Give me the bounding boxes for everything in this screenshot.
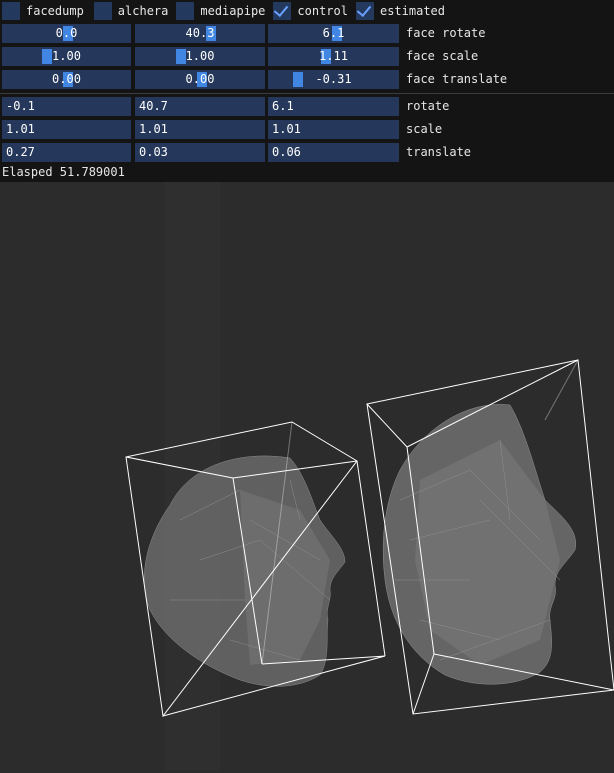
checkmark-icon[interactable]	[273, 2, 292, 20]
face-scale-y-slider[interactable]: 1.00	[135, 47, 265, 66]
checkbox-box[interactable]	[176, 2, 195, 20]
scale-x-field[interactable]: 1.01	[2, 120, 131, 139]
face-translate-label: face translate	[406, 72, 508, 86]
field-value: 0.03	[139, 145, 168, 159]
field-value: 40.7	[139, 99, 168, 113]
slider-value: 6.1	[322, 26, 345, 40]
field-value: 1.01	[272, 122, 301, 136]
slider-value: 0.0	[55, 26, 78, 40]
face-translate-z-slider[interactable]: -0.31	[268, 70, 399, 89]
slider-value: 0.00	[52, 72, 81, 86]
face-scale-label: face scale	[406, 49, 479, 63]
rotate-z-field[interactable]: 6.1	[268, 97, 399, 116]
face-rotate-y-slider[interactable]: 40.3	[135, 24, 265, 43]
slider-value: -0.31	[315, 72, 352, 86]
field-value: 0.27	[6, 145, 35, 159]
field-value: -0.1	[6, 99, 35, 113]
mediapipe-label: mediapipe	[200, 4, 266, 18]
control-panel: facedump alchera mediapipe control estim…	[0, 0, 614, 182]
face-translate-x-slider[interactable]: 0.00	[2, 70, 131, 89]
face-translate-y-slider[interactable]: 0.00	[135, 70, 265, 89]
slider-value: 40.3	[185, 26, 215, 40]
scale-z-field[interactable]: 1.01	[268, 120, 399, 139]
mediapipe-checkbox[interactable]: mediapipe	[176, 1, 265, 21]
3d-viewport[interactable]	[0, 180, 614, 773]
translate-x-field[interactable]: 0.27	[2, 143, 131, 162]
field-value: 0.06	[272, 145, 301, 159]
scale-y-field[interactable]: 1.01	[135, 120, 265, 139]
estimated-label: estimated	[379, 4, 446, 18]
face-scale-x-slider[interactable]: 1.00	[2, 47, 131, 66]
slider-value: 1.11	[319, 49, 348, 63]
control-checkbox[interactable]: control	[273, 1, 348, 21]
translate-label: translate	[406, 145, 472, 159]
rotate-y-field[interactable]: 40.7	[135, 97, 265, 116]
face-scale-z-slider[interactable]: 1.11	[268, 47, 399, 66]
rotate-label: rotate	[406, 99, 450, 113]
facedump-checkbox[interactable]: facedump	[2, 1, 84, 21]
checkbox-box[interactable]	[2, 2, 20, 20]
control-label: control	[297, 4, 348, 18]
estimated-checkbox[interactable]: estimated	[355, 1, 446, 21]
viewport-canvas	[0, 180, 614, 773]
elapsed-time: Elasped 51.789001	[2, 165, 125, 179]
field-value: 1.01	[6, 122, 35, 136]
checkbox-row: facedump alchera mediapipe control estim…	[2, 1, 453, 21]
alchera-label: alchera	[117, 4, 169, 18]
slider-value: 1.00	[52, 49, 81, 63]
face-rotate-label: face rotate	[406, 26, 486, 40]
field-value: 1.01	[139, 122, 168, 136]
translate-z-field[interactable]: 0.06	[268, 143, 399, 162]
rotate-x-field[interactable]: -0.1	[2, 97, 131, 116]
slider-value: 1.00	[185, 49, 215, 63]
facedump-label: facedump	[26, 4, 84, 18]
checkmark-icon[interactable]	[355, 2, 374, 20]
field-value: 6.1	[272, 99, 294, 113]
slider-value: 0.00	[185, 72, 215, 86]
checkbox-box[interactable]	[93, 2, 112, 20]
alchera-checkbox[interactable]: alchera	[93, 1, 169, 21]
scale-label: scale	[406, 122, 443, 136]
translate-y-field[interactable]: 0.03	[135, 143, 265, 162]
divider	[0, 93, 614, 94]
face-rotate-z-slider[interactable]: 6.1	[268, 24, 399, 43]
face-rotate-x-slider[interactable]: 0.0	[2, 24, 131, 43]
